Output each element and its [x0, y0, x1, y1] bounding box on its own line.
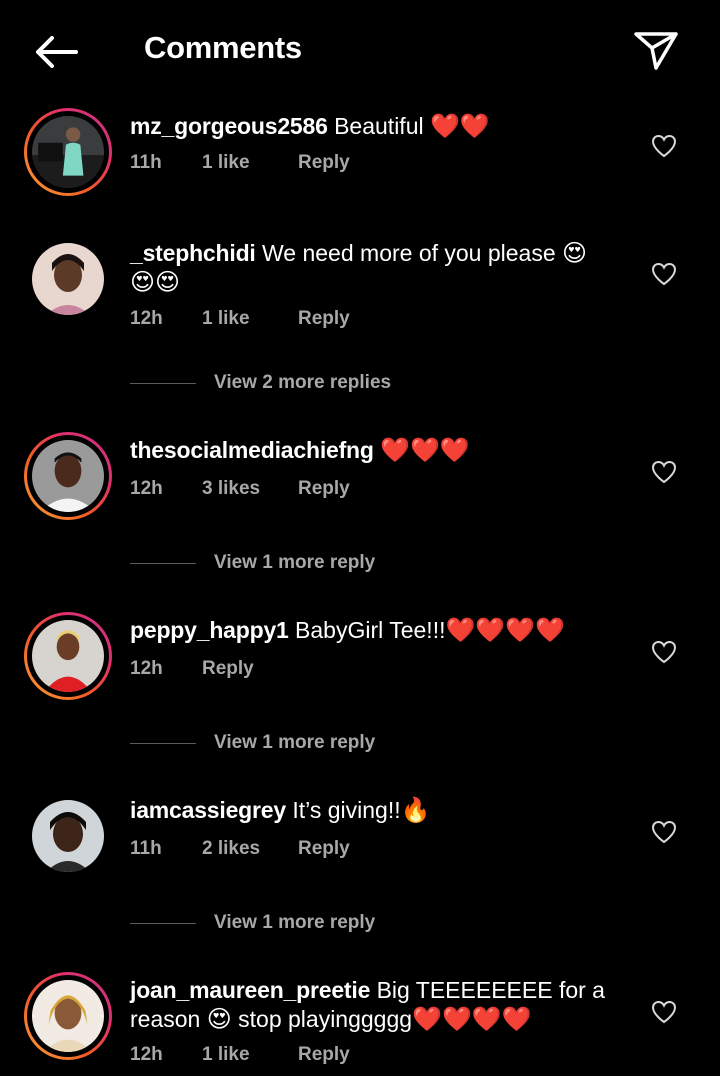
reply-button[interactable]: Reply — [298, 308, 350, 330]
avatar[interactable] — [32, 800, 104, 872]
comment-likes[interactable]: 3 likes — [202, 478, 298, 500]
comment-emoji: 🔥 — [400, 797, 431, 824]
comment-emoji: ❤️❤️ — [430, 113, 490, 140]
reply-button[interactable]: Reply — [202, 658, 254, 680]
comment-likes[interactable]: 2 likes — [202, 838, 298, 860]
comment-username[interactable]: iamcassiegrey — [130, 797, 286, 823]
like-button[interactable] — [648, 258, 680, 290]
comment-text: thesocialmediachiefng ❤️❤️❤️ — [130, 436, 610, 465]
heart-outline-icon — [651, 640, 677, 664]
comment-text: mz_gorgeous2586 Beautiful ❤️❤️ — [130, 112, 610, 141]
view-more-label: View 1 more reply — [214, 912, 376, 933]
comment-username[interactable]: peppy_happy1 — [130, 617, 289, 643]
like-button[interactable] — [648, 636, 680, 668]
comment-text: iamcassiegrey It’s giving!!🔥 — [130, 796, 610, 825]
comment-username[interactable]: joan_maureen_preetie — [130, 977, 370, 1003]
view-more-label: View 2 more replies — [214, 372, 392, 393]
heart-outline-icon — [651, 1000, 677, 1024]
avatar[interactable] — [24, 612, 112, 700]
comment-text: joan_maureen_preetie Big TEEEEEEEE for a… — [130, 976, 610, 1034]
heart-outline-icon — [651, 820, 677, 844]
comment-likes[interactable]: 1 like — [202, 152, 298, 174]
avatar-image — [32, 440, 104, 512]
avatar-image — [32, 243, 104, 315]
comment-meta: 11h 1 like Reply — [130, 152, 350, 174]
like-button[interactable] — [648, 130, 680, 162]
view-more-replies[interactable]: View 1 more reply — [130, 552, 375, 574]
comment-emoji: 😍 — [206, 1006, 232, 1033]
comment-time: 11h — [130, 838, 162, 859]
comment-meta: 12h 1 like Reply — [130, 1044, 350, 1066]
comment-emoji: ❤️❤️❤️❤️ — [445, 617, 565, 644]
comment-time: 12h — [130, 658, 163, 679]
avatar[interactable] — [24, 108, 112, 196]
view-more-replies[interactable]: View 1 more reply — [130, 732, 375, 754]
divider-line — [130, 382, 196, 384]
avatar-image — [32, 620, 104, 692]
view-more-label: View 1 more reply — [214, 552, 376, 573]
divider-line — [130, 562, 196, 564]
avatar[interactable] — [32, 243, 104, 315]
comment-likes[interactable]: 1 like — [202, 308, 298, 330]
like-button[interactable] — [648, 996, 680, 1028]
comment-text: peppy_happy1 BabyGirl Tee!!!❤️❤️❤️❤️ — [130, 616, 610, 645]
comment-time: 12h — [130, 308, 163, 329]
avatar[interactable] — [24, 972, 112, 1060]
comment-message: Beautiful — [334, 113, 430, 139]
page-title: Comments — [144, 30, 302, 65]
comment-username[interactable]: mz_gorgeous2586 — [130, 113, 328, 139]
comment-emoji-2: ❤️❤️❤️❤️ — [412, 1006, 532, 1033]
like-button[interactable] — [648, 816, 680, 848]
comment-likes[interactable]: 1 like — [202, 1044, 298, 1066]
avatar[interactable] — [24, 432, 112, 520]
comment-text: _stephchidi We need more of you please 😍… — [130, 239, 610, 297]
like-button[interactable] — [648, 456, 680, 488]
heart-outline-icon — [651, 134, 677, 158]
share-button[interactable] — [628, 24, 684, 76]
comment-message: BabyGirl Tee!!! — [295, 617, 446, 643]
comment-meta: 11h 2 likes Reply — [130, 838, 350, 860]
comment-meta: 12h 1 like Reply — [130, 308, 350, 330]
view-more-label: View 1 more reply — [214, 732, 376, 753]
paper-plane-icon — [634, 32, 678, 70]
divider-line — [130, 742, 196, 744]
comment-emoji: ❤️❤️❤️ — [380, 437, 470, 464]
comment-message: We need more of you please — [262, 240, 563, 266]
avatar-image — [32, 800, 104, 872]
comment-username[interactable]: _stephchidi — [130, 240, 256, 266]
avatar-image — [32, 116, 104, 188]
comment-time: 11h — [130, 152, 162, 173]
view-more-replies[interactable]: View 2 more replies — [130, 372, 391, 394]
heart-outline-icon — [651, 460, 677, 484]
reply-button[interactable]: Reply — [298, 478, 350, 500]
view-more-replies[interactable]: View 1 more reply — [130, 912, 375, 934]
heart-outline-icon — [651, 262, 677, 286]
divider-line — [130, 922, 196, 924]
reply-button[interactable]: Reply — [298, 1044, 350, 1066]
reply-button[interactable]: Reply — [298, 152, 350, 174]
comment-time: 12h — [130, 478, 163, 499]
comment-time: 12h — [130, 1044, 163, 1065]
comment-username[interactable]: thesocialmediachiefng — [130, 437, 374, 463]
back-button[interactable] — [28, 28, 84, 76]
header-bar: Comments — [0, 0, 720, 100]
comment-message: It’s giving!! — [292, 797, 401, 823]
comment-meta: 12h 3 likes Reply — [130, 478, 350, 500]
comment-message-continued: stop playinggggg — [231, 1006, 413, 1032]
arrow-left-icon — [36, 36, 78, 68]
comment-meta: 12h Reply — [130, 658, 254, 680]
reply-button[interactable]: Reply — [298, 838, 350, 860]
avatar-image — [32, 980, 104, 1052]
